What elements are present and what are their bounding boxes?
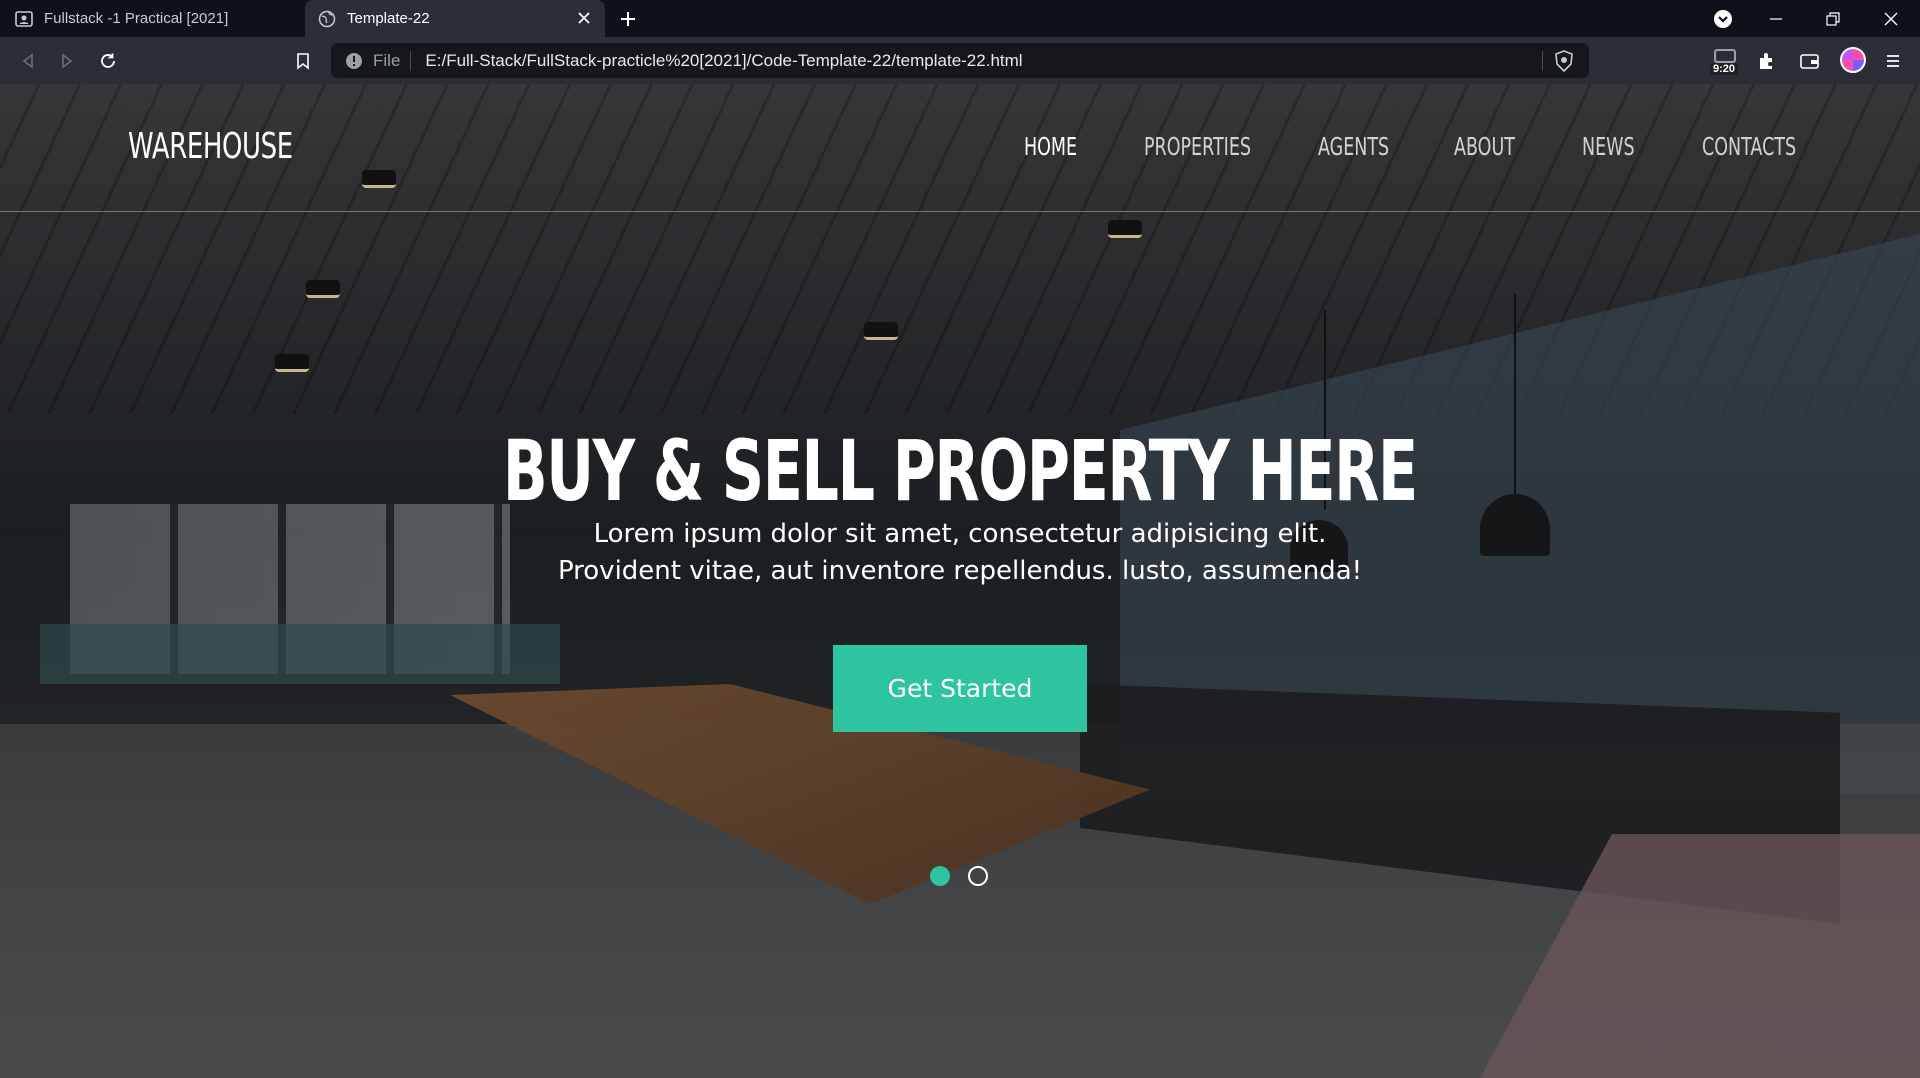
profile-avatar[interactable] bbox=[1840, 47, 1866, 73]
hero-description-line: Provident vitae, aut inventore repellend… bbox=[557, 556, 1363, 586]
site-header: WAREHOUSE HOME PROPERTIES AGENTS ABOUT N… bbox=[0, 84, 1920, 212]
minimize-icon[interactable] bbox=[1753, 0, 1799, 37]
divider bbox=[410, 50, 412, 71]
wallet-icon[interactable] bbox=[1797, 48, 1823, 74]
ceiling-light bbox=[306, 280, 340, 298]
ceiling-light bbox=[275, 354, 309, 372]
page-viewport: WAREHOUSE HOME PROPERTIES AGENTS ABOUT N… bbox=[0, 84, 1920, 1078]
new-tab-button[interactable] bbox=[616, 7, 640, 31]
extensions-puzzle-icon[interactable] bbox=[1754, 48, 1780, 74]
close-tab-icon[interactable] bbox=[575, 9, 593, 27]
slider-dot[interactable] bbox=[968, 866, 988, 886]
browser-tab-bar: Fullstack -1 Practical [2021] Template-2… bbox=[0, 0, 1920, 37]
profile-card-icon bbox=[14, 9, 34, 29]
tab-fullstack[interactable]: Fullstack -1 Practical [2021] bbox=[0, 0, 300, 37]
slider-dot-active[interactable] bbox=[930, 866, 950, 886]
extension-tv-icon[interactable]: 9:20 bbox=[1710, 47, 1742, 75]
forward-icon[interactable] bbox=[54, 48, 80, 74]
close-window-icon[interactable] bbox=[1868, 0, 1914, 37]
bookmark-icon[interactable] bbox=[290, 48, 316, 74]
brave-shield-icon[interactable] bbox=[1553, 50, 1575, 73]
nav-contacts[interactable]: CONTACTS bbox=[1702, 132, 1796, 161]
restore-icon[interactable] bbox=[1810, 0, 1856, 37]
hero-title: BUY & SELL PROPERTY HERE bbox=[0, 422, 1920, 520]
get-started-button[interactable]: Get Started bbox=[833, 645, 1087, 732]
nav-home[interactable]: HOME bbox=[1024, 132, 1077, 161]
tab-template-22[interactable]: Template-22 bbox=[305, 0, 605, 37]
ceiling-light bbox=[1108, 220, 1142, 238]
extension-badge: 9:20 bbox=[1710, 63, 1739, 75]
site-logo[interactable]: WAREHOUSE bbox=[128, 126, 293, 167]
nav-about[interactable]: ABOUT bbox=[1454, 132, 1515, 161]
scheme-label: File bbox=[373, 50, 401, 70]
tab-title: Fullstack -1 Practical [2021] bbox=[44, 10, 229, 27]
hero-background-bench bbox=[40, 624, 560, 684]
hero-description-line: Lorem ipsum dolor sit amet, consectetur … bbox=[593, 519, 1327, 549]
url-text[interactable]: E:/Full-Stack/FullStack-practicle%20[202… bbox=[425, 51, 1022, 71]
back-icon[interactable] bbox=[15, 48, 41, 74]
divider bbox=[1542, 51, 1543, 71]
ceiling-light bbox=[864, 322, 898, 340]
nav-agents[interactable]: AGENTS bbox=[1318, 132, 1389, 161]
info-icon[interactable] bbox=[345, 52, 363, 70]
address-bar[interactable]: File E:/Full-Stack/FullStack-practicle%2… bbox=[331, 43, 1589, 78]
nav-properties[interactable]: PROPERTIES bbox=[1144, 132, 1251, 161]
menu-icon[interactable] bbox=[1880, 48, 1906, 74]
hero-description: Lorem ipsum dolor sit amet, consectetur … bbox=[0, 516, 1920, 590]
tab-title: Template-22 bbox=[347, 10, 430, 27]
tab-search-icon[interactable] bbox=[1700, 0, 1746, 37]
globe-icon bbox=[317, 9, 337, 29]
hero-title-text: BUY & SELL PROPERTY HERE bbox=[503, 422, 1418, 520]
nav-news[interactable]: NEWS bbox=[1582, 132, 1635, 161]
reload-icon[interactable] bbox=[95, 48, 121, 74]
browser-toolbar: File E:/Full-Stack/FullStack-practicle%2… bbox=[0, 37, 1920, 84]
